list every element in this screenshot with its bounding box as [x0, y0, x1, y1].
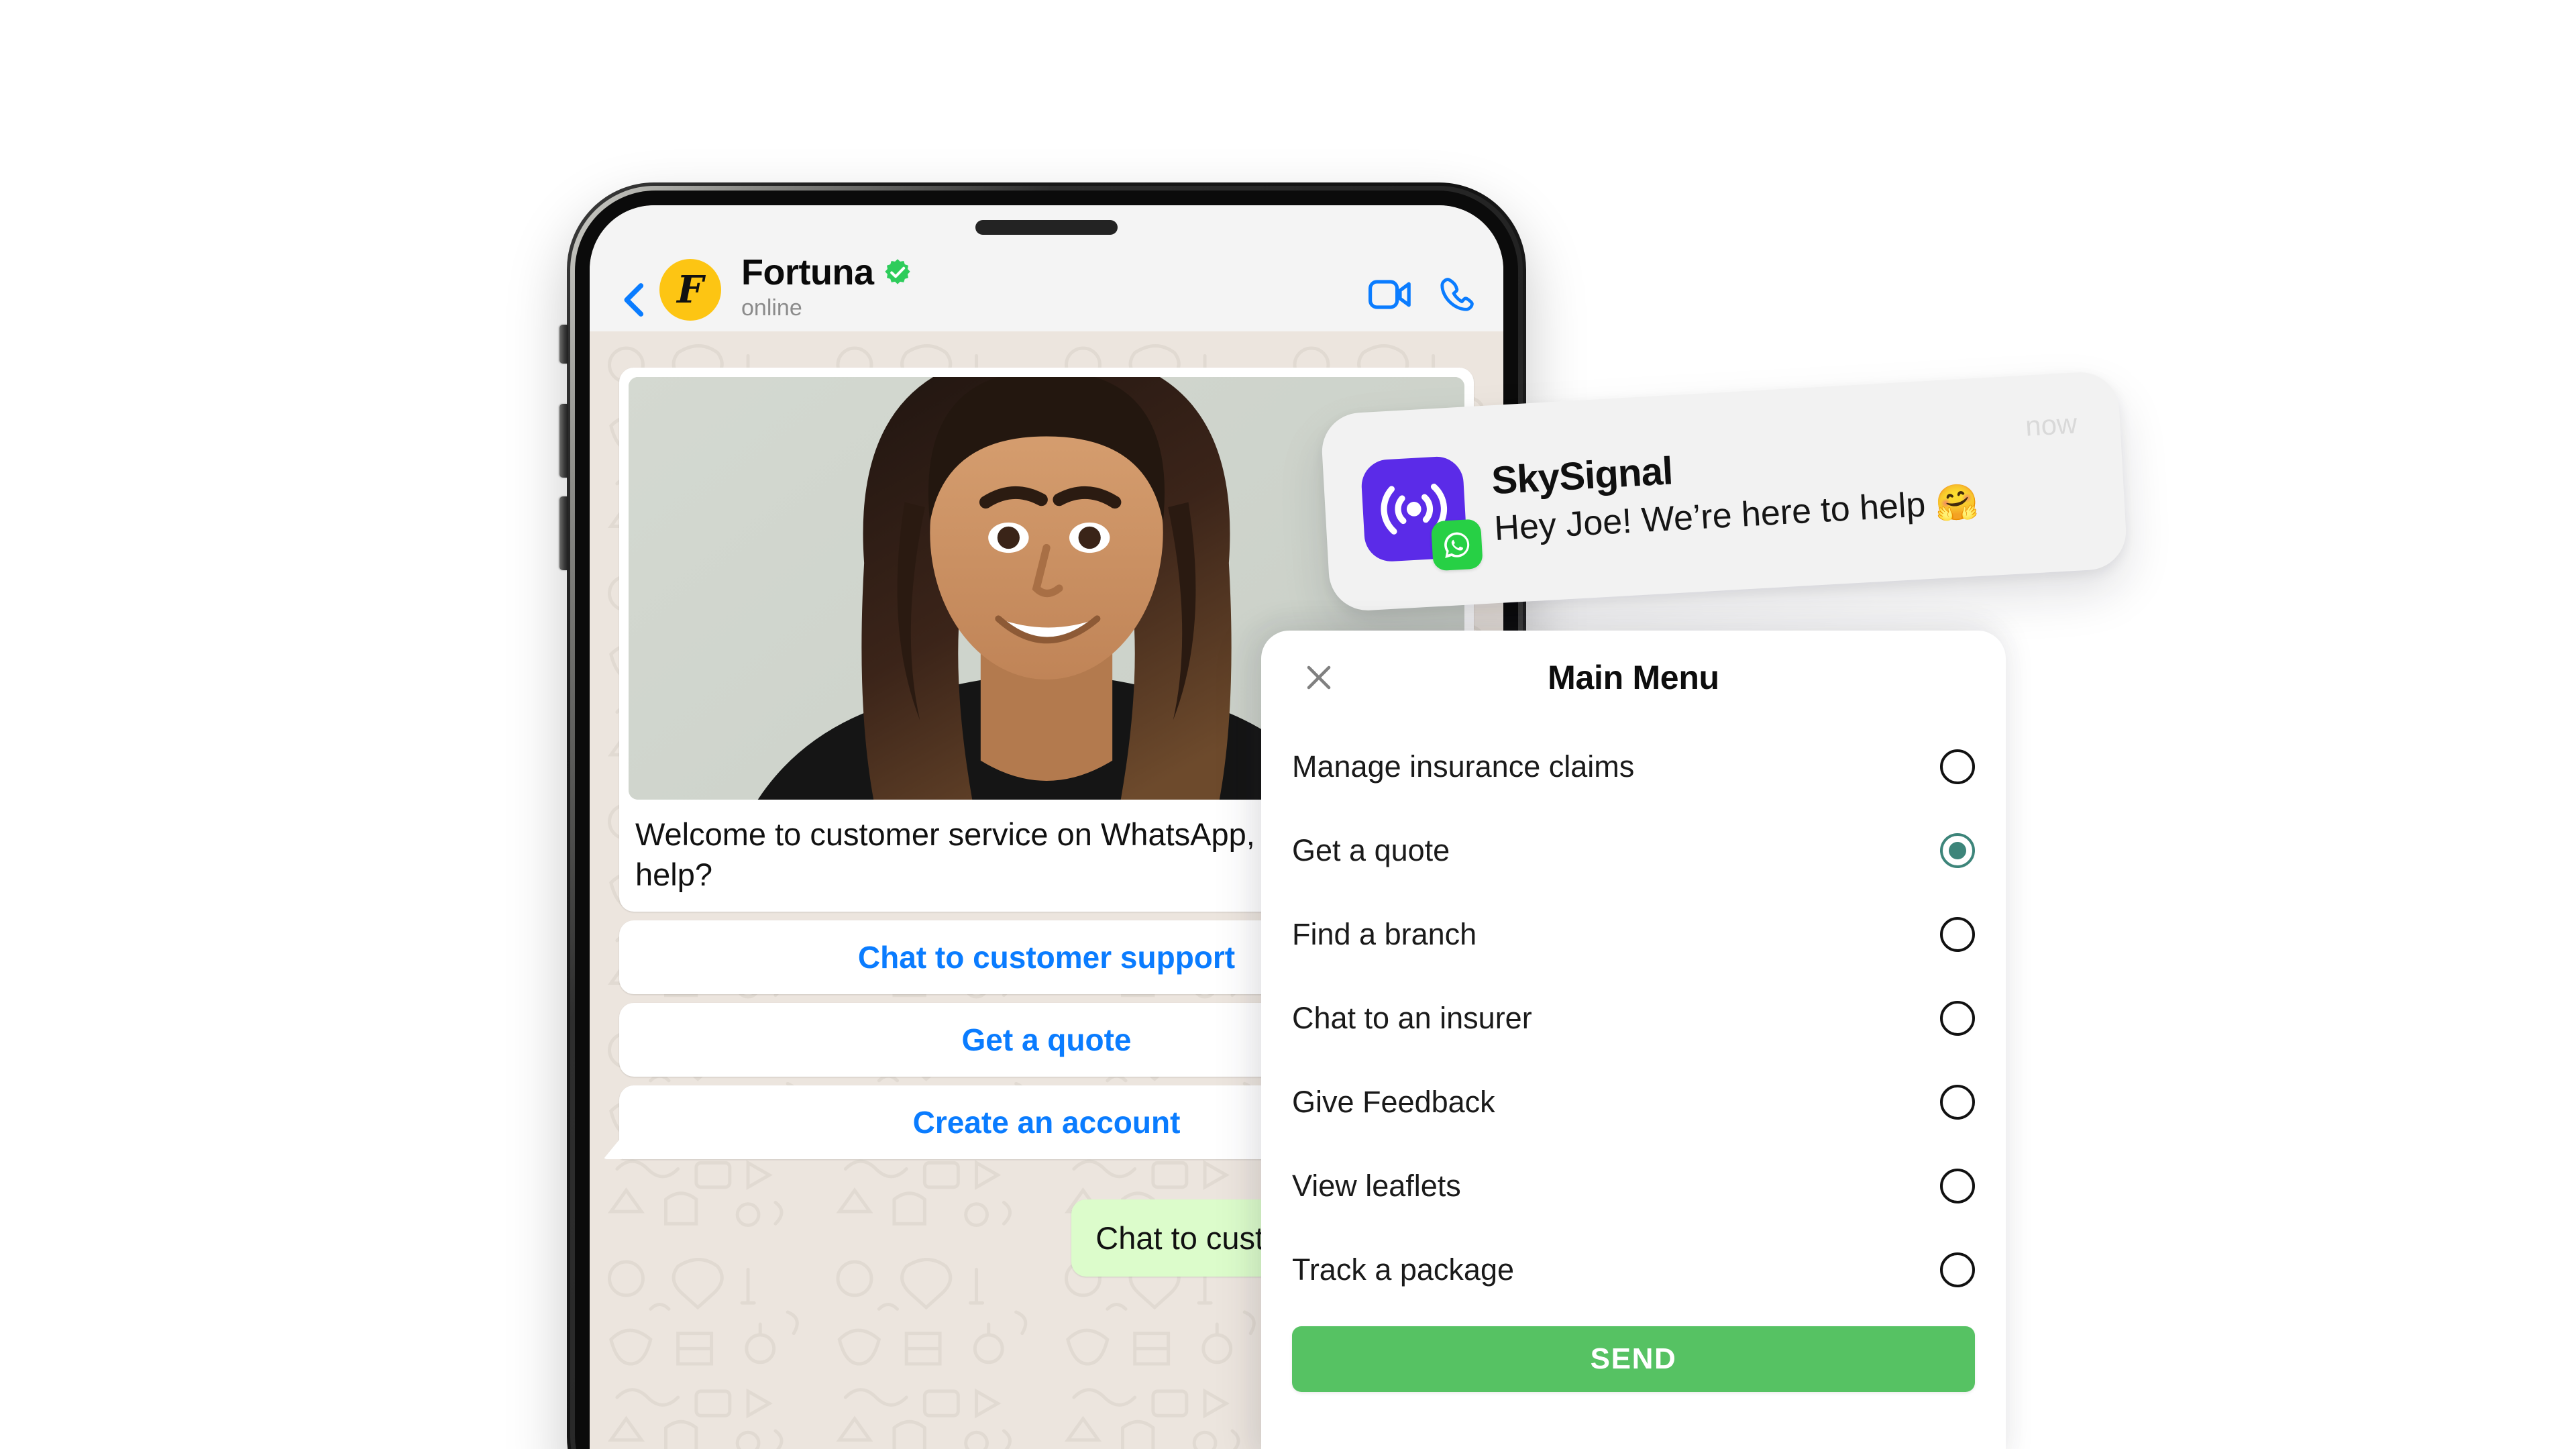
menu-option-label: Manage insurance claims [1292, 749, 1635, 784]
chat-header-actions [1368, 276, 1475, 321]
channel-badge [1430, 518, 1483, 571]
whatsapp-icon [1444, 532, 1470, 558]
speaker-grille [975, 220, 1118, 235]
volume-up-button[interactable] [559, 404, 568, 478]
radio-button[interactable] [1940, 916, 1975, 952]
menu-option-view-leaflets[interactable]: View leaflets [1292, 1144, 1975, 1228]
radio-button[interactable] [1940, 1000, 1975, 1036]
quick-reply-label: Get a quote [961, 1022, 1132, 1058]
radio-button[interactable] [1940, 1252, 1975, 1287]
send-button-label: SEND [1590, 1342, 1677, 1375]
contact-name: Fortuna [741, 252, 874, 292]
avatar-initial: F [677, 268, 704, 312]
notification-texts: SkySignal Hey Joe! We’re here to help 🤗 [1491, 427, 2088, 549]
page-root: F Fortuna online Welcome to customer ser… [0, 0, 2576, 1449]
menu-option-give-feedback[interactable]: Give Feedback [1292, 1060, 1975, 1144]
radio-button-selected[interactable] [1940, 833, 1975, 868]
menu-option-label: Give Feedback [1292, 1084, 1495, 1119]
menu-option-get-a-quote[interactable]: Get a quote [1292, 808, 1975, 892]
back-button[interactable] [612, 279, 654, 321]
radio-button[interactable] [1940, 749, 1975, 784]
quick-reply-label: Create an account [912, 1105, 1181, 1140]
menu-title: Main Menu [1548, 659, 1719, 696]
menu-option-chat-to-an-insurer[interactable]: Chat to an insurer [1292, 976, 1975, 1060]
main-menu-panel: Main Menu Manage insurance claims Get a … [1261, 631, 2006, 1449]
menu-option-label: Find a branch [1292, 916, 1477, 951]
close-button[interactable] [1300, 659, 1338, 696]
menu-option-label: View leaflets [1292, 1168, 1461, 1203]
radio-button[interactable] [1940, 1168, 1975, 1203]
volume-down-button[interactable] [559, 496, 568, 570]
menu-option-label: Chat to an insurer [1292, 1000, 1532, 1035]
chat-header-texts: Fortuna online [741, 254, 1368, 321]
phone-handset-icon [1440, 278, 1474, 311]
quick-reply-label: Chat to customer support [857, 940, 1236, 975]
send-button[interactable]: SEND [1292, 1326, 1975, 1392]
verified-badge-icon [885, 259, 911, 284]
radio-button[interactable] [1940, 1084, 1975, 1120]
notification-timestamp: now [2024, 407, 2078, 442]
menu-header: Main Menu [1261, 631, 2006, 724]
notification-icon-group [1360, 455, 1483, 571]
mute-switch[interactable] [559, 325, 568, 364]
menu-option-label: Get a quote [1292, 833, 1450, 867]
video-camera-icon [1368, 280, 1411, 309]
close-x-icon [1307, 665, 1331, 690]
menu-options-list: Manage insurance claims Get a quote Find… [1261, 724, 2006, 1311]
menu-option-find-a-branch[interactable]: Find a branch [1292, 892, 1975, 976]
back-chevron-icon [624, 283, 644, 317]
video-call-button[interactable] [1368, 279, 1412, 310]
menu-option-label: Track a package [1292, 1252, 1514, 1287]
menu-option-manage-insurance-claims[interactable]: Manage insurance claims [1292, 724, 1975, 808]
contact-name-row: Fortuna [741, 254, 1368, 292]
voice-call-button[interactable] [1439, 276, 1475, 313]
avatar[interactable]: F [659, 259, 721, 321]
contact-status: online [741, 294, 802, 321]
menu-option-track-a-package[interactable]: Track a package [1292, 1228, 1975, 1311]
